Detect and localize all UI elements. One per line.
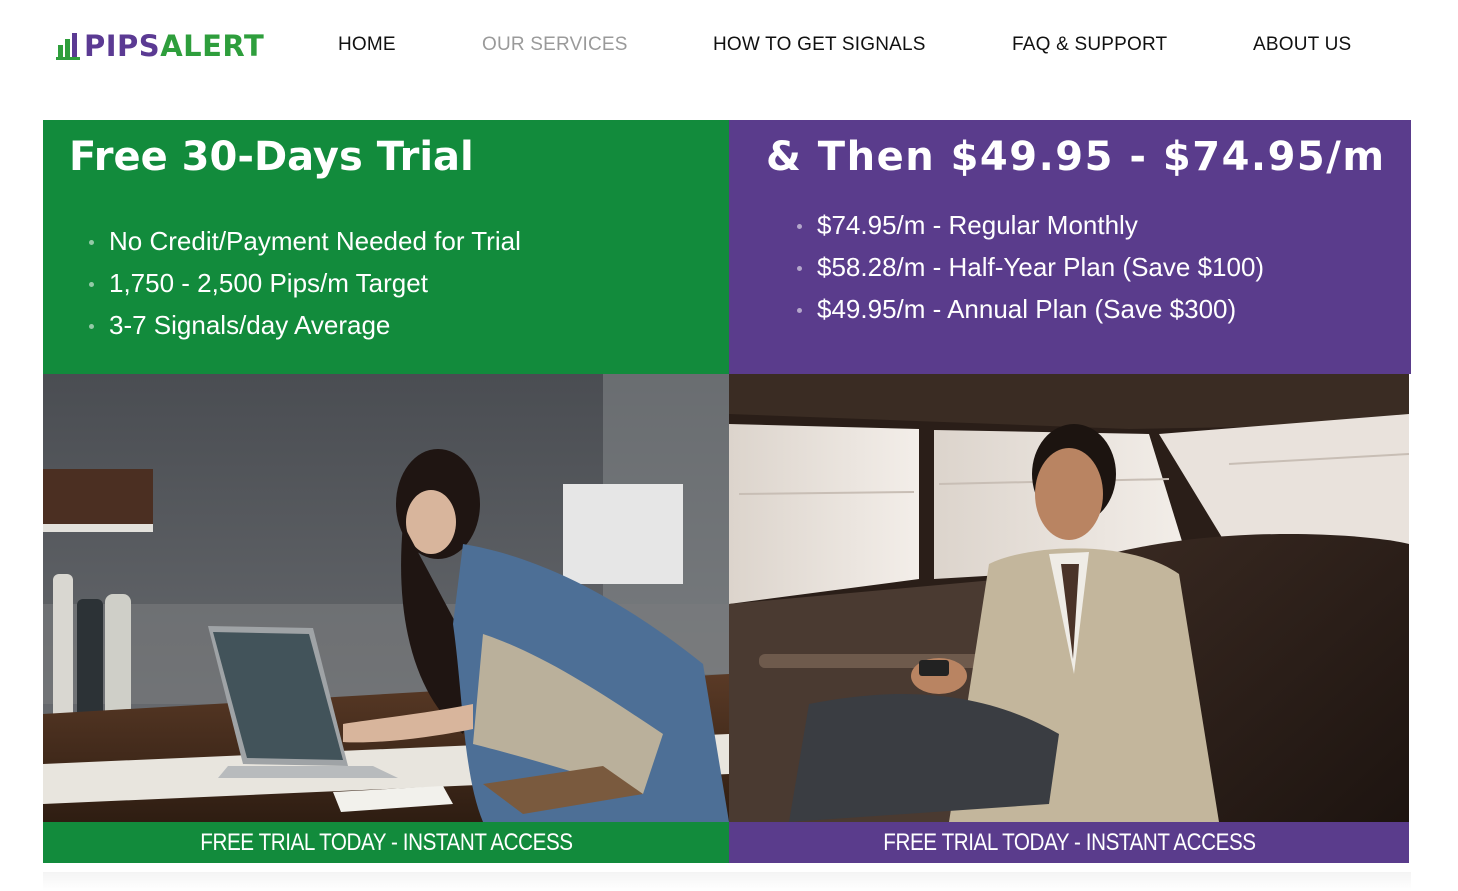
free-trial-button-label: FREE TRIAL TODAY - INSTANT ACCESS	[199, 828, 573, 856]
nav-our-services[interactable]: OUR SERVICES	[482, 34, 628, 56]
logo-text-alert: ALERT	[160, 29, 265, 63]
free-trial-button-label: FREE TRIAL TODAY - INSTANT ACCESS	[882, 828, 1256, 856]
pricing-plan-item: $74.95/m - Regular Monthly	[797, 204, 1264, 246]
woman-laptop-photo	[43, 374, 729, 822]
nav-about-us[interactable]: ABOUT US	[1253, 34, 1351, 56]
free-trial-button-left[interactable]: FREE TRIAL TODAY - INSTANT ACCESS	[43, 822, 729, 863]
trial-features-list: No Credit/Payment Needed for Trial 1,750…	[89, 220, 521, 346]
free-trial-button-right[interactable]: FREE TRIAL TODAY - INSTANT ACCESS	[729, 822, 1409, 863]
nav-home[interactable]: HOME	[338, 34, 396, 56]
pricing-plan-item: $58.28/m - Half-Year Plan (Save $100)	[797, 246, 1264, 288]
pricing-plan-item: $49.95/m - Annual Plan (Save $300)	[797, 288, 1264, 330]
pricing-title: & Then $49.95 - $74.95/m	[766, 134, 1386, 180]
bottom-shadow-divider	[43, 872, 1411, 891]
pricing-panel: & Then $49.95 - $74.95/m $74.95/m - Regu…	[729, 120, 1411, 374]
pricing-plans-list: $74.95/m - Regular Monthly $58.28/m - Ha…	[797, 204, 1264, 330]
nav-how-to-get-signals[interactable]: HOW TO GET SIGNALS	[713, 34, 926, 56]
site-header: PIPSALERT HOME OUR SERVICES HOW TO GET S…	[0, 0, 1458, 90]
site-logo[interactable]: PIPSALERT	[56, 28, 264, 64]
logo-text-pips: PIPS	[84, 29, 161, 63]
trial-feature-item: 1,750 - 2,500 Pips/m Target	[89, 262, 521, 304]
trial-feature-item: No Credit/Payment Needed for Trial	[89, 220, 521, 262]
trial-feature-item: 3-7 Signals/day Average	[89, 304, 521, 346]
man-in-car-phone-photo	[729, 374, 1409, 822]
chart-bars-logo-icon	[56, 31, 82, 61]
nav-faq-support[interactable]: FAQ & SUPPORT	[1012, 34, 1167, 56]
trial-panel: Free 30-Days Trial No Credit/Payment Nee…	[43, 120, 729, 374]
trial-title: Free 30-Days Trial	[69, 134, 474, 180]
logo-wordmark: PIPSALERT	[84, 29, 264, 63]
